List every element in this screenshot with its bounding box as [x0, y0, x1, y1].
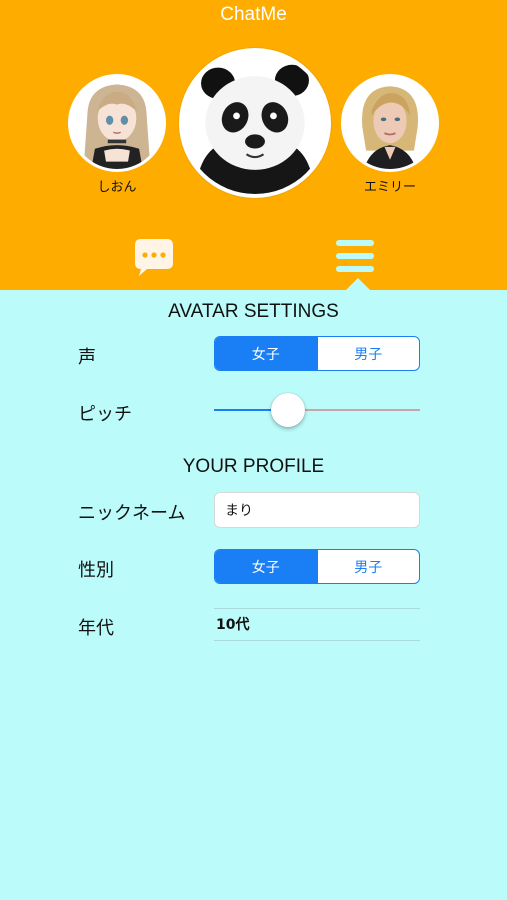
avatar-panda[interactable] [179, 48, 331, 198]
age-label: 年代 [78, 618, 114, 639]
avatar-emily[interactable] [341, 74, 439, 172]
menu-icon [336, 240, 374, 272]
profile-title: YOUR PROFILE [182, 456, 325, 477]
avatar-settings-title: AVATAR SETTINGS [168, 301, 339, 322]
voice-option-male[interactable]: 男子 [316, 337, 420, 370]
panda-avatar-icon [184, 52, 326, 194]
avatar-label-shion: しおん [97, 180, 137, 195]
woman-avatar-icon [344, 77, 436, 169]
age-picker[interactable]: 10代 [214, 608, 420, 641]
header: ChatMe しおん エミリー [0, 0, 507, 290]
anime-girl-avatar-icon [71, 77, 163, 169]
gender-segmented-control[interactable]: 女子 男子 [214, 549, 420, 584]
chat-tab[interactable] [133, 237, 175, 277]
nickname-label: ニックネーム [78, 503, 186, 524]
avatar-label-emily: エミリー [363, 180, 416, 195]
voice-segmented-control[interactable]: 女子 男子 [214, 336, 420, 371]
voice-label: 声 [78, 347, 96, 368]
nickname-input[interactable] [214, 492, 420, 528]
pitch-slider-track [288, 409, 420, 411]
avatar-shion[interactable] [68, 74, 166, 172]
voice-option-female[interactable]: 女子 [215, 337, 317, 370]
pitch-label: ピッチ [78, 404, 132, 425]
gender-label: 性別 [78, 560, 114, 581]
gender-option-male[interactable]: 男子 [316, 550, 420, 583]
chat-bubble-icon [135, 239, 173, 276]
tab-selection-indicator [346, 278, 370, 290]
menu-tab[interactable] [335, 238, 375, 278]
pitch-slider-thumb[interactable] [271, 393, 306, 427]
app-title: ChatMe [220, 4, 287, 25]
gender-option-female[interactable]: 女子 [215, 550, 317, 583]
